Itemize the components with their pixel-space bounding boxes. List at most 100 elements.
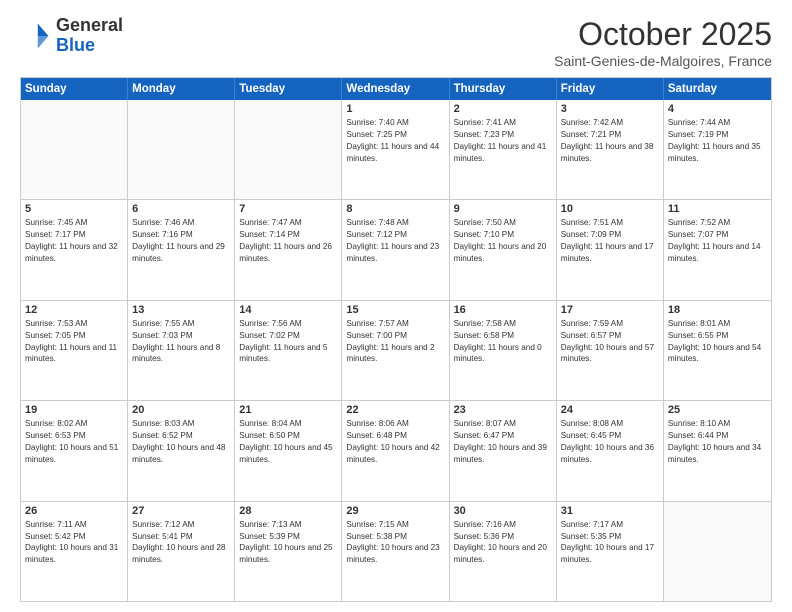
day-header-saturday: Saturday: [664, 78, 771, 100]
week-row-2: 5 Sunrise: 7:45 AMSunset: 7:17 PMDaylight…: [21, 199, 771, 299]
day-info: Sunrise: 7:56 AMSunset: 7:02 PMDaylight:…: [239, 318, 337, 366]
day-number: 9: [454, 203, 552, 215]
day-cell-16: 16Sunrise: 7:58 AMSunset: 6:58 PMDayligh…: [450, 301, 557, 400]
day-info: Sunrise: 7:13 AMSunset: 5:39 PMDaylight:…: [239, 519, 337, 567]
day-header-friday: Friday: [557, 78, 664, 100]
logo: General Blue: [20, 16, 123, 56]
day-number: 6: [132, 203, 230, 215]
day-cell-8: 8 Sunrise: 7:48 AMSunset: 7:12 PMDaylight…: [342, 200, 449, 299]
day-cell-26: 26Sunrise: 7:11 AMSunset: 5:42 PMDayligh…: [21, 502, 128, 601]
day-info: Sunrise: 8:01 AMSunset: 6:55 PMDaylight:…: [668, 318, 767, 366]
day-header-tuesday: Tuesday: [235, 78, 342, 100]
day-number: 16: [454, 304, 552, 316]
day-info: Sunrise: 7:51 AMSunset: 7:09 PMDaylight:…: [561, 217, 659, 265]
day-number: 30: [454, 505, 552, 517]
day-info: Sunrise: 7:46 AMSunset: 7:16 PMDaylight:…: [132, 217, 230, 265]
day-cell-5: 5 Sunrise: 7:45 AMSunset: 7:17 PMDaylight…: [21, 200, 128, 299]
day-cell-9: 9 Sunrise: 7:50 AMSunset: 7:10 PMDaylight…: [450, 200, 557, 299]
day-cell-25: 25 Sunrise: 8:10 AMSunset: 6:44 PMDayligh…: [664, 401, 771, 500]
day-info: Sunrise: 8:02 AMSunset: 6:53 PMDaylight:…: [25, 418, 123, 466]
day-header-thursday: Thursday: [450, 78, 557, 100]
title-block: October 2025 Saint-Genies-de-Malgoires, …: [554, 16, 772, 69]
calendar-body: 1Sunrise: 7:40 AMSunset: 7:25 PMDaylight…: [21, 100, 771, 601]
day-info: Sunrise: 7:53 AMSunset: 7:05 PMDaylight:…: [25, 318, 123, 366]
day-header-sunday: Sunday: [21, 78, 128, 100]
day-info: Sunrise: 7:41 AMSunset: 7:23 PMDaylight:…: [454, 117, 552, 165]
day-cell-empty: [235, 100, 342, 199]
day-number: 10: [561, 203, 659, 215]
day-cell-29: 29 Sunrise: 7:15 AMSunset: 5:38 PMDayligh…: [342, 502, 449, 601]
day-cell-1: 1Sunrise: 7:40 AMSunset: 7:25 PMDaylight…: [342, 100, 449, 199]
day-cell-13: 13 Sunrise: 7:55 AMSunset: 7:03 PMDayligh…: [128, 301, 235, 400]
day-info: Sunrise: 7:40 AMSunset: 7:25 PMDaylight:…: [346, 117, 444, 165]
day-info: Sunrise: 7:44 AMSunset: 7:19 PMDaylight:…: [668, 117, 767, 165]
day-number: 2: [454, 103, 552, 115]
day-info: Sunrise: 8:10 AMSunset: 6:44 PMDaylight:…: [668, 418, 767, 466]
day-cell-empty: [128, 100, 235, 199]
day-cell-20: 20Sunrise: 8:03 AMSunset: 6:52 PMDayligh…: [128, 401, 235, 500]
day-number: 3: [561, 103, 659, 115]
day-number: 26: [25, 505, 123, 517]
day-info: Sunrise: 7:45 AMSunset: 7:17 PMDaylight:…: [25, 217, 123, 265]
day-number: 28: [239, 505, 337, 517]
day-cell-12: 12 Sunrise: 7:53 AMSunset: 7:05 PMDayligh…: [21, 301, 128, 400]
day-number: 5: [25, 203, 123, 215]
month-title: October 2025: [554, 16, 772, 53]
day-info: Sunrise: 7:12 AMSunset: 5:41 PMDaylight:…: [132, 519, 230, 567]
day-number: 4: [668, 103, 767, 115]
day-info: Sunrise: 7:17 AMSunset: 5:35 PMDaylight:…: [561, 519, 659, 567]
logo-text: General Blue: [56, 16, 123, 56]
day-number: 29: [346, 505, 444, 517]
day-cell-4: 4 Sunrise: 7:44 AMSunset: 7:19 PMDaylight…: [664, 100, 771, 199]
calendar: SundayMondayTuesdayWednesdayThursdayFrid…: [20, 77, 772, 602]
day-cell-15: 15 Sunrise: 7:57 AMSunset: 7:00 PMDayligh…: [342, 301, 449, 400]
day-cell-17: 17Sunrise: 7:59 AMSunset: 6:57 PMDayligh…: [557, 301, 664, 400]
day-number: 13: [132, 304, 230, 316]
day-number: 14: [239, 304, 337, 316]
day-cell-11: 11 Sunrise: 7:52 AMSunset: 7:07 PMDayligh…: [664, 200, 771, 299]
day-cell-18: 18Sunrise: 8:01 AMSunset: 6:55 PMDayligh…: [664, 301, 771, 400]
page: General Blue October 2025 Saint-Genies-d…: [0, 0, 792, 612]
day-info: Sunrise: 8:08 AMSunset: 6:45 PMDaylight:…: [561, 418, 659, 466]
location-title: Saint-Genies-de-Malgoires, France: [554, 53, 772, 69]
day-info: Sunrise: 7:48 AMSunset: 7:12 PMDaylight:…: [346, 217, 444, 265]
day-number: 20: [132, 404, 230, 416]
day-cell-19: 19 Sunrise: 8:02 AMSunset: 6:53 PMDayligh…: [21, 401, 128, 500]
day-info: Sunrise: 7:55 AMSunset: 7:03 PMDaylight:…: [132, 318, 230, 366]
header: General Blue October 2025 Saint-Genies-d…: [20, 16, 772, 69]
day-cell-23: 23 Sunrise: 8:07 AMSunset: 6:47 PMDayligh…: [450, 401, 557, 500]
day-header-wednesday: Wednesday: [342, 78, 449, 100]
day-cell-6: 6 Sunrise: 7:46 AMSunset: 7:16 PMDaylight…: [128, 200, 235, 299]
week-row-3: 12 Sunrise: 7:53 AMSunset: 7:05 PMDayligh…: [21, 300, 771, 400]
day-header-monday: Monday: [128, 78, 235, 100]
day-info: Sunrise: 7:52 AMSunset: 7:07 PMDaylight:…: [668, 217, 767, 265]
day-cell-10: 10 Sunrise: 7:51 AMSunset: 7:09 PMDayligh…: [557, 200, 664, 299]
day-number: 23: [454, 404, 552, 416]
day-cell-30: 30 Sunrise: 7:16 AMSunset: 5:36 PMDayligh…: [450, 502, 557, 601]
day-info: Sunrise: 8:06 AMSunset: 6:48 PMDaylight:…: [346, 418, 444, 466]
day-number: 15: [346, 304, 444, 316]
day-number: 27: [132, 505, 230, 517]
day-cell-27: 27 Sunrise: 7:12 AMSunset: 5:41 PMDayligh…: [128, 502, 235, 601]
day-number: 17: [561, 304, 659, 316]
day-number: 7: [239, 203, 337, 215]
day-number: 24: [561, 404, 659, 416]
day-number: 25: [668, 404, 767, 416]
day-info: Sunrise: 7:57 AMSunset: 7:00 PMDaylight:…: [346, 318, 444, 366]
day-info: Sunrise: 8:07 AMSunset: 6:47 PMDaylight:…: [454, 418, 552, 466]
logo-blue: Blue: [56, 35, 95, 55]
day-info: Sunrise: 7:42 AMSunset: 7:21 PMDaylight:…: [561, 117, 659, 165]
day-number: 11: [668, 203, 767, 215]
day-info: Sunrise: 7:50 AMSunset: 7:10 PMDaylight:…: [454, 217, 552, 265]
calendar-header-row: SundayMondayTuesdayWednesdayThursdayFrid…: [21, 78, 771, 100]
day-cell-14: 14 Sunrise: 7:56 AMSunset: 7:02 PMDayligh…: [235, 301, 342, 400]
day-number: 12: [25, 304, 123, 316]
week-row-4: 19 Sunrise: 8:02 AMSunset: 6:53 PMDayligh…: [21, 400, 771, 500]
day-cell-21: 21Sunrise: 8:04 AMSunset: 6:50 PMDayligh…: [235, 401, 342, 500]
day-info: Sunrise: 7:15 AMSunset: 5:38 PMDaylight:…: [346, 519, 444, 567]
day-cell-7: 7Sunrise: 7:47 AMSunset: 7:14 PMDaylight…: [235, 200, 342, 299]
day-info: Sunrise: 7:16 AMSunset: 5:36 PMDaylight:…: [454, 519, 552, 567]
day-cell-empty: [664, 502, 771, 601]
day-number: 8: [346, 203, 444, 215]
day-number: 19: [25, 404, 123, 416]
